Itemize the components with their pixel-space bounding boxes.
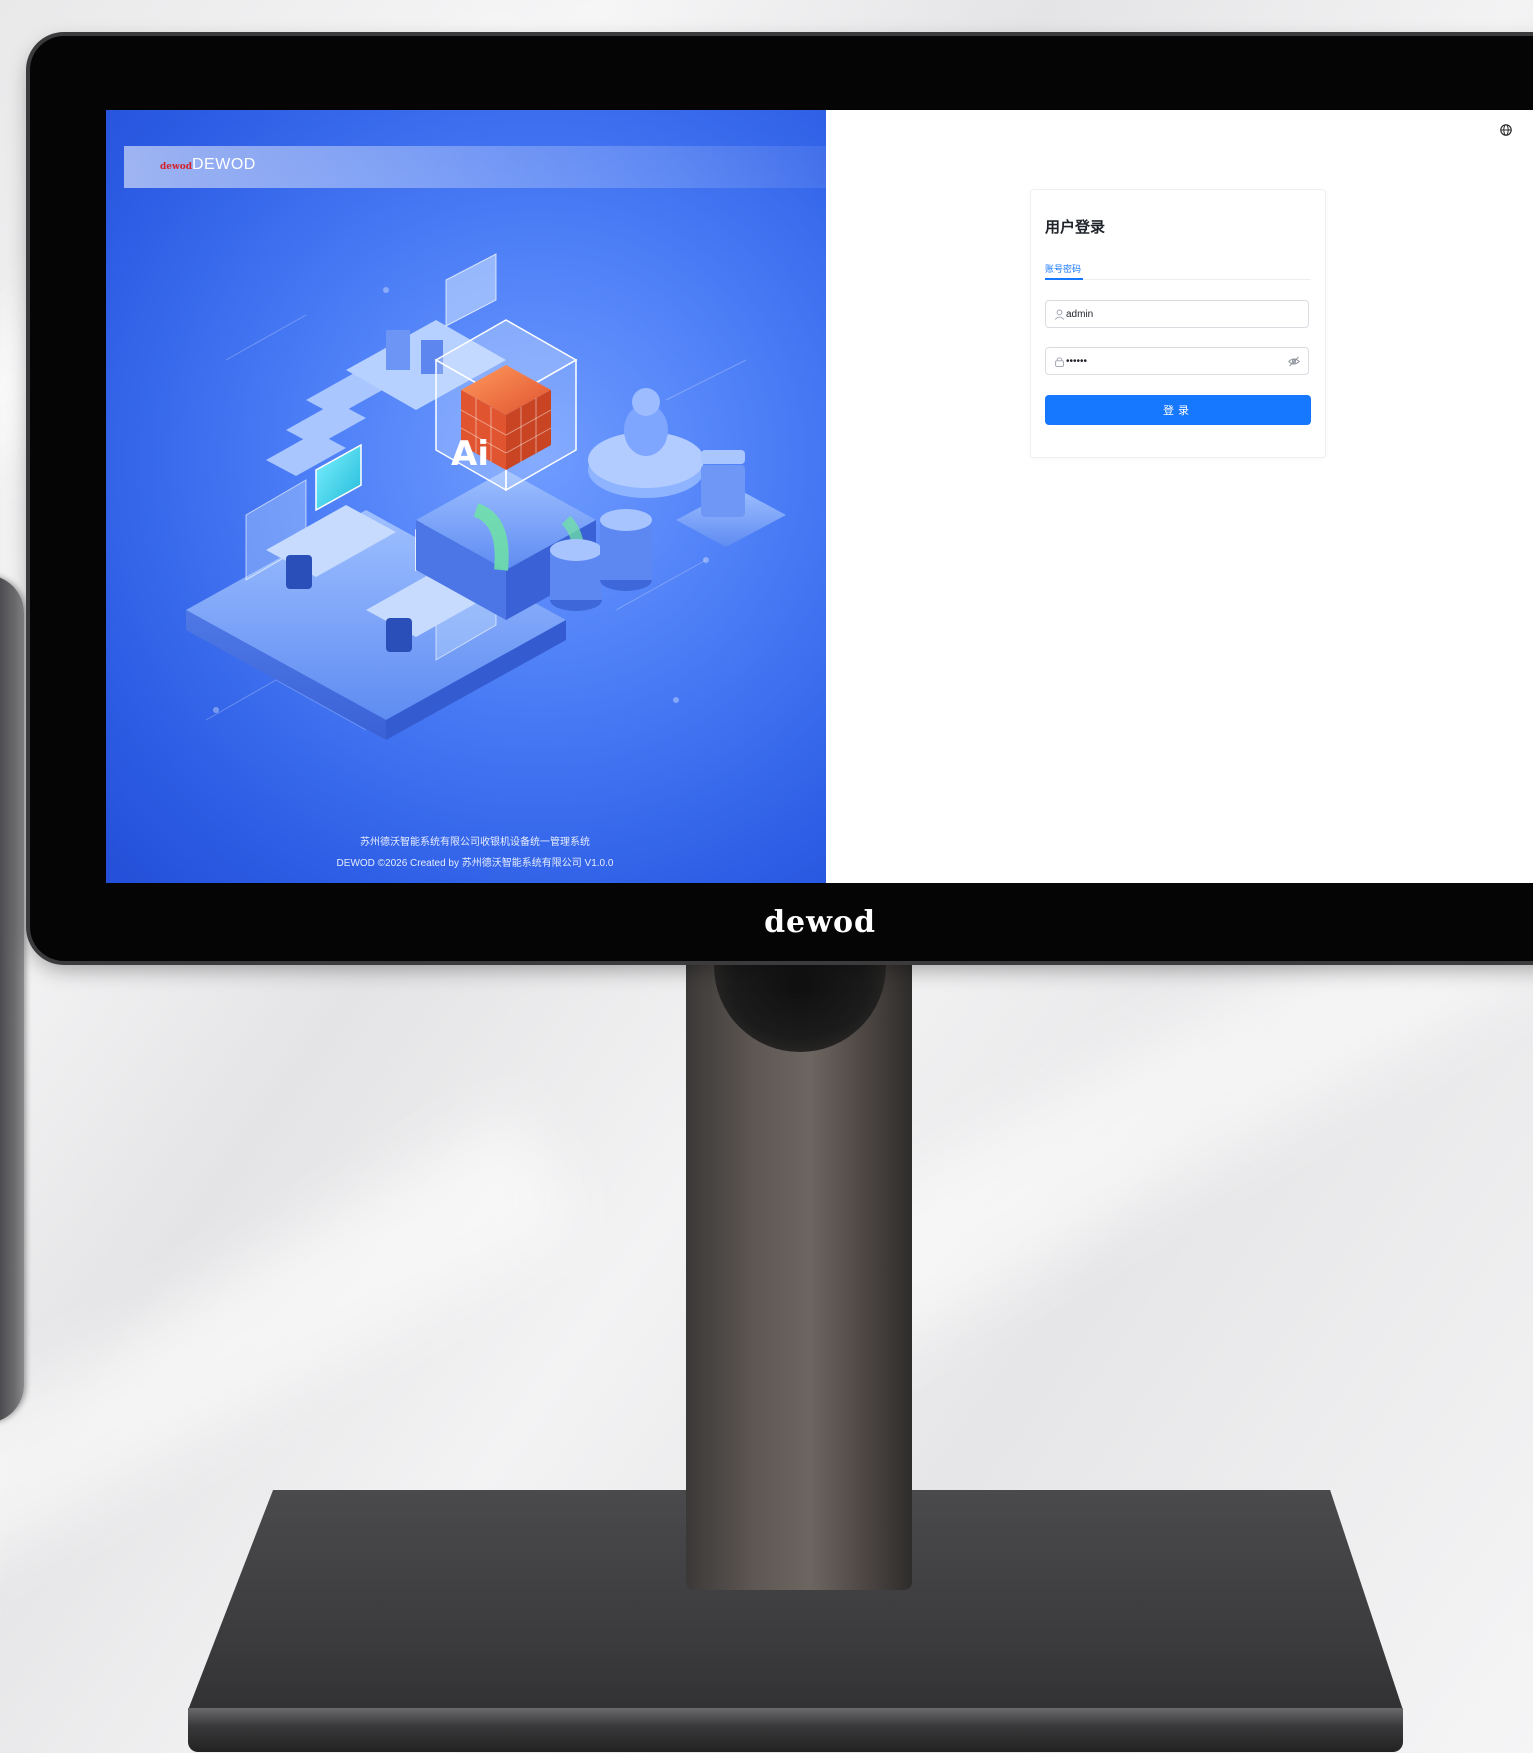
hero-panel: dewod DEWOD Ai 苏州德沃智能系统有限公司收银机设备统一管理系统 D… — [106, 110, 826, 883]
tab-account-password[interactable]: 账号密码 — [1045, 262, 1081, 275]
lock-icon — [1055, 357, 1064, 367]
username-input[interactable] — [1066, 301, 1286, 327]
username-field[interactable] — [1045, 300, 1309, 328]
login-button[interactable]: 登录 — [1045, 395, 1311, 425]
brand-logo-mark: dewod — [160, 162, 193, 172]
user-icon — [1054, 309, 1065, 320]
monitor-brand-logo: dewod — [764, 905, 876, 940]
globe-icon[interactable] — [1500, 124, 1512, 136]
eye-invisible-icon[interactable] — [1288, 356, 1300, 367]
password-field[interactable] — [1045, 347, 1309, 375]
hero-footer: 苏州德沃智能系统有限公司收银机设备统一管理系统 DEWOD ©2026 Crea… — [124, 832, 826, 874]
copyright-text: DEWOD ©2026 Created by 苏州德沃智能系统有限公司 V1.0… — [336, 858, 614, 869]
monitor-bezel: dewod dewod DEWOD Ai 苏州德沃智能系统有限公司收银机设备统一… — [30, 36, 1533, 961]
isometric-office-illustration: Ai — [186, 253, 786, 740]
stand-base-edge — [188, 1708, 1403, 1752]
tab-active-indicator — [1045, 278, 1083, 280]
side-device-edge — [0, 575, 24, 1423]
brand-logo-text: DEWOD — [192, 156, 256, 173]
tab-divider — [1045, 279, 1311, 280]
login-card: 用户登录 账号密码 admin •••••• 登录 — [1030, 189, 1326, 458]
ai-label: Ai — [451, 434, 489, 474]
login-title: 用户登录 — [1045, 218, 1106, 236]
screen: dewod DEWOD Ai 苏州德沃智能系统有限公司收银机设备统一管理系统 D… — [106, 110, 1533, 883]
company-system-name: 苏州德沃智能系统有限公司收银机设备统一管理系统 — [360, 837, 590, 848]
password-input[interactable] — [1066, 348, 1286, 374]
